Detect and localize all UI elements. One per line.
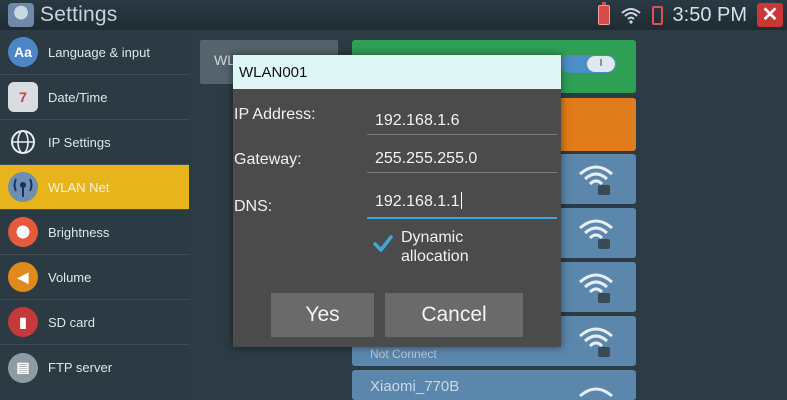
wifi-lock-icon	[579, 273, 613, 303]
sidebar-item-date-time[interactable]: 7 Date/Time	[0, 75, 189, 120]
network-tile[interactable]: Xiaomi_770B	[352, 370, 636, 400]
sidebar-item-label: IP Settings	[48, 134, 111, 150]
network-name: Xiaomi_770B	[370, 378, 460, 395]
globe-icon	[11, 130, 35, 154]
language-icon: Aa	[8, 37, 38, 67]
toggle-knob: I	[587, 56, 615, 72]
settings-app-icon	[8, 3, 34, 27]
dynamic-allocation-label: Dynamic allocation	[401, 228, 469, 266]
dynamic-allocation-checkbox[interactable]	[373, 233, 393, 253]
ip-address-field[interactable]: 192.168.1.6	[367, 109, 557, 135]
dialog-title: WLAN001	[233, 55, 561, 89]
calendar-clock-icon: 7	[8, 82, 38, 112]
dynamic-label-line1: Dynamic	[401, 229, 464, 246]
sidebar-item-ip-settings[interactable]: IP Settings	[0, 120, 189, 165]
cancel-button[interactable]: Cancel	[385, 293, 523, 337]
wifi-signal-icon	[620, 8, 641, 24]
gateway-label: Gateway:	[234, 151, 302, 168]
settings-sidebar: Aa Language & input 7 Date/Time IP Setti…	[0, 30, 189, 400]
battery-low-icon	[651, 5, 663, 25]
ip-address-value: 192.168.1.6	[375, 112, 460, 129]
sidebar-item-label: Date/Time	[48, 89, 108, 105]
sidebar-item-label: FTP server	[48, 360, 113, 375]
ip-address-label: IP Address:	[234, 106, 316, 123]
network-status: Not Connect	[370, 347, 437, 361]
status-indicators: 3:50 PM ✕	[597, 2, 783, 27]
wlan-toggle[interactable]: I	[560, 55, 616, 73]
wlan-config-dialog: WLAN001 IP Address: 192.168.1.6 Gateway:…	[233, 55, 561, 347]
wifi-lock-icon	[579, 219, 613, 249]
sidebar-item-label: Language & input	[48, 44, 150, 60]
wifi-lock-icon	[579, 165, 613, 195]
wifi-lock-icon	[579, 327, 613, 357]
yes-button[interactable]: Yes	[271, 293, 374, 337]
sidebar-item-label: SD card	[48, 314, 95, 330]
brightness-icon	[8, 217, 38, 247]
battery-warning-icon	[597, 2, 610, 25]
sidebar-item-volume[interactable]: ◀ Volume	[0, 255, 189, 300]
sidebar-item-wlan-net[interactable]: WLAN Net	[0, 165, 189, 210]
dynamic-label-line2: allocation	[401, 248, 469, 265]
gateway-field[interactable]: 255.255.255.0	[367, 147, 557, 173]
speaker-icon: ◀	[8, 262, 38, 292]
ftp-server-icon: ▤	[8, 352, 38, 383]
app-title: Settings	[40, 3, 118, 26]
sidebar-item-brightness[interactable]: Brightness	[0, 210, 189, 255]
sidebar-item-sd-card[interactable]: ▮ SD card	[0, 300, 189, 345]
clock: 3:50 PM	[672, 3, 747, 26]
sd-card-icon: ▮	[8, 307, 38, 337]
dns-label: DNS:	[234, 198, 273, 215]
status-bar: Settings 3:50 PM ✕	[0, 0, 787, 30]
sidebar-item-ftp-server[interactable]: ▤ FTP server	[0, 345, 189, 390]
wifi-icon	[579, 387, 613, 398]
wifi-antenna-icon	[8, 172, 38, 202]
sidebar-item-label: Volume	[48, 269, 92, 285]
sidebar-item-label: Brightness	[48, 224, 110, 240]
close-button[interactable]: ✕	[757, 3, 783, 27]
gateway-value: 255.255.255.0	[375, 150, 478, 167]
dns-field[interactable]: 192.168.1.1	[367, 189, 557, 219]
text-cursor	[460, 192, 462, 209]
sidebar-item-language-input[interactable]: Aa Language & input	[0, 30, 189, 75]
sidebar-item-label: WLAN Net	[48, 179, 110, 195]
dns-value: 192.168.1.1	[375, 193, 460, 210]
